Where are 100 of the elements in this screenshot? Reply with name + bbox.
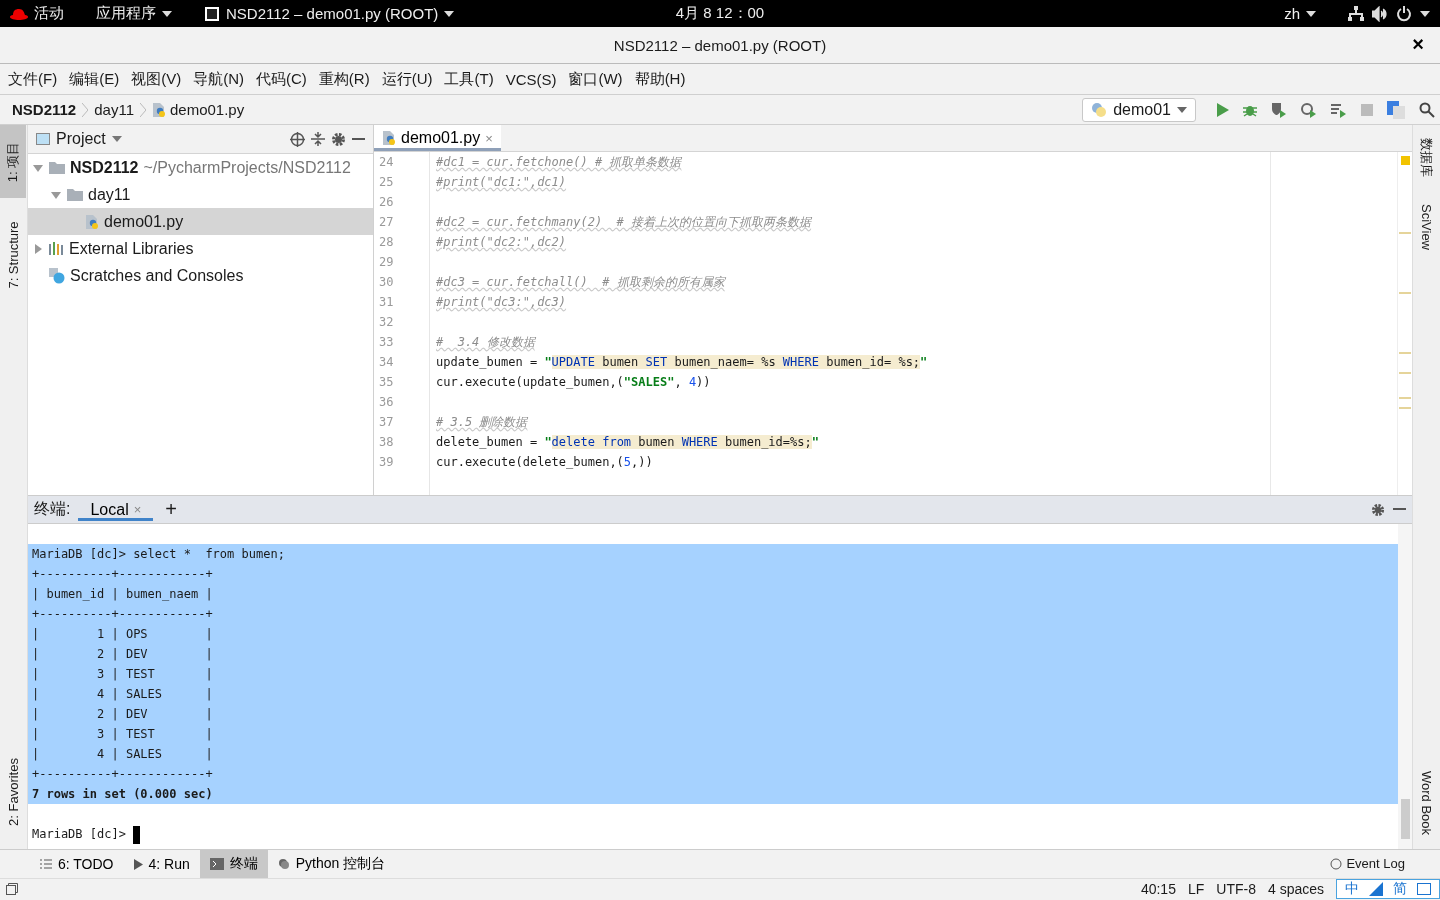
menu-item[interactable]: 工具(T) — [438, 69, 500, 89]
code-line: #print("dc1:",dc1) — [436, 174, 568, 191]
breadcrumb-item[interactable]: NSD2112 — [12, 101, 77, 118]
hat-icon — [10, 7, 28, 20]
layout-icon[interactable] — [6, 883, 18, 895]
tool-window-tab[interactable]: SciView — [1413, 188, 1439, 265]
encoding[interactable]: UTF-8 — [1216, 881, 1256, 897]
list-icon — [40, 859, 52, 869]
menu-item[interactable]: 运行(U) — [375, 69, 439, 89]
clock[interactable]: 4月 8 12：00 — [675, 4, 765, 23]
menu-item[interactable]: 编辑(E) — [63, 69, 126, 89]
app-window-menu[interactable]: NSD2112 – demo01.py (ROOT) — [226, 5, 439, 22]
terminal-label: 终端: — [34, 499, 71, 519]
shield-run-icon[interactable] — [1271, 101, 1287, 118]
code-line: #dc1 = cur.fetchone() # 抓取单条数据 — [436, 154, 683, 171]
caret-icon — [1306, 10, 1316, 17]
tree-item-label: day11 — [88, 185, 131, 204]
code-line: #dc3 = cur.fetchall() # 抓取剩余的所有属家 — [436, 274, 727, 291]
code-line: cur.execute(delete_bumen,(5,)) — [436, 454, 654, 471]
line-number: 32 — [378, 314, 395, 331]
menu-item[interactable]: 帮助(H) — [628, 69, 692, 89]
line-number: 39 — [378, 454, 395, 471]
run-config-dropdown[interactable]: demo01 — [1082, 97, 1196, 122]
terminal-tab[interactable]: Local × — [78, 498, 154, 521]
python-file-icon — [382, 130, 396, 146]
menu-item[interactable]: VCS(S) — [499, 70, 563, 88]
tree-item[interactable]: day11 — [28, 181, 373, 208]
tool-tab[interactable]: 终端 — [199, 850, 268, 878]
line-number: 33 — [378, 334, 395, 351]
close-button[interactable]: × — [1408, 33, 1428, 56]
clock-run-icon[interactable] — [1301, 101, 1317, 118]
line-number: 37 — [378, 414, 395, 431]
crosshair-icon[interactable] — [290, 131, 305, 147]
list-run-icon[interactable] — [1331, 101, 1347, 118]
breadcrumb-item[interactable]: demo01.py — [170, 101, 245, 118]
tree-item[interactable]: External Libraries — [28, 235, 373, 262]
library-icon — [49, 242, 64, 255]
power-icon[interactable] — [1396, 5, 1412, 22]
translate-icon[interactable] — [1387, 100, 1405, 119]
terminal-icon — [209, 858, 224, 870]
tool-window-tab[interactable]: 2: Favorites — [0, 735, 26, 849]
applications-menu[interactable]: 应用程序 — [96, 4, 172, 23]
event-log-button[interactable]: Event Log — [1346, 856, 1405, 871]
folder-icon — [67, 188, 83, 201]
menu-item[interactable]: 视图(V) — [125, 69, 188, 89]
code-line: cur.execute(update_bumen,("SALES", 4)) — [436, 374, 712, 391]
line-number: 26 — [378, 194, 395, 211]
tool-window-tab[interactable]: 1: 项目 — [0, 125, 26, 198]
expanded-arrow-icon[interactable] — [33, 162, 43, 173]
search-icon[interactable] — [1419, 101, 1435, 118]
line-number: 27 — [378, 214, 395, 231]
gear-icon[interactable] — [1371, 502, 1385, 517]
editor-tab[interactable]: demo01.py × — [374, 125, 501, 151]
menu-item[interactable]: 文件(F) — [2, 69, 64, 89]
line-number: 25 — [378, 174, 395, 191]
volume-icon[interactable] — [1372, 5, 1388, 22]
tool-window-tab[interactable]: 数据库 — [1413, 125, 1439, 188]
expanded-arrow-icon[interactable] — [51, 189, 61, 200]
menu-item[interactable]: 重构(R) — [312, 69, 376, 89]
run-icon[interactable] — [1217, 102, 1229, 117]
collapse-icon[interactable] — [311, 132, 325, 146]
ime-toolbar[interactable]: 中 简 — [1336, 879, 1440, 899]
tool-window-tab[interactable]: 7: Structure — [0, 198, 26, 312]
line-number: 29 — [378, 254, 395, 271]
activities-button[interactable]: 活动 — [34, 4, 64, 23]
code-line: #print("dc2:",dc2) — [436, 234, 568, 251]
line-ending[interactable]: LF — [1187, 881, 1205, 897]
code-line: # 3.5 删除数据 — [436, 414, 529, 431]
tree-item[interactable]: NSD2112 ~/PycharmProjects/NSD2112 — [28, 154, 373, 181]
network-icon[interactable] — [1348, 5, 1364, 22]
collapsed-arrow-icon[interactable] — [33, 243, 43, 254]
menu-item[interactable]: 代码(C) — [250, 69, 313, 89]
code-line: delete_bumen = "delete from bumen WHERE bumen_id=%s;" — [436, 434, 820, 451]
caret-icon — [1420, 10, 1430, 17]
window-icon — [36, 133, 50, 145]
menu-item[interactable]: 导航(N) — [187, 69, 250, 89]
project-view-dropdown[interactable]: Project — [56, 130, 106, 148]
code-line: #print("dc3:",dc3) — [436, 294, 568, 311]
tool-window-tab[interactable]: Word Book — [1413, 757, 1439, 849]
chevron-icon — [82, 102, 89, 117]
tree-item[interactable]: Scratches and Consoles — [28, 262, 373, 289]
caret-position[interactable]: 40:15 — [1140, 881, 1176, 897]
breadcrumb-item[interactable]: day11 — [94, 101, 134, 118]
tool-tab[interactable]: 4: Run — [123, 850, 200, 878]
minimize-icon[interactable] — [352, 137, 365, 141]
project-path: ~/PycharmProjects/NSD2112 — [143, 158, 351, 177]
menu-item[interactable]: 窗口(W) — [562, 69, 629, 89]
play-icon — [133, 858, 143, 870]
gear-icon[interactable] — [331, 131, 346, 147]
language-menu[interactable]: zh — [1284, 5, 1300, 22]
python-icon — [1091, 101, 1108, 118]
tool-tab[interactable]: 6: TODO — [30, 850, 124, 878]
tool-tab[interactable]: Python 控制台 — [267, 850, 396, 878]
add-tab-button[interactable]: + — [161, 498, 181, 521]
minimize-icon[interactable] — [1393, 508, 1406, 511]
tree-item-label: External Libraries — [69, 239, 194, 258]
scrollbar[interactable] — [1398, 524, 1412, 849]
line-number: 34 — [378, 354, 395, 371]
tree-item[interactable]: demo01.py — [28, 208, 373, 235]
indent-setting[interactable]: 4 spaces — [1267, 881, 1324, 897]
